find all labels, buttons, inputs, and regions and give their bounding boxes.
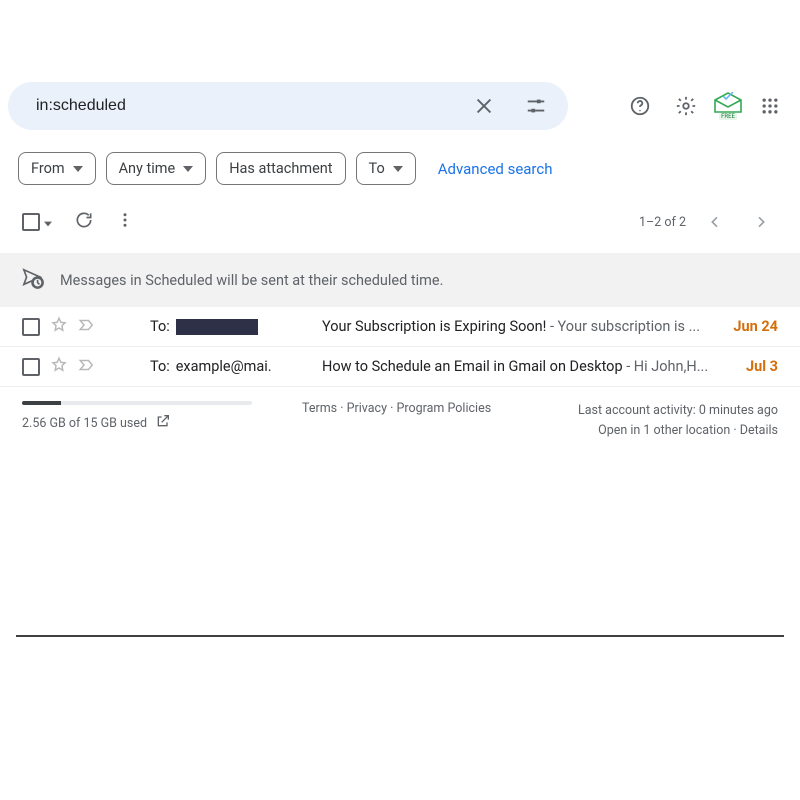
chip-label: Any time xyxy=(119,160,176,177)
chip-has-attachment[interactable]: Has attachment xyxy=(216,152,345,185)
open-other-location-link[interactable]: Open in 1 other location xyxy=(598,423,730,438)
next-page-button[interactable] xyxy=(744,205,778,239)
chip-any-time[interactable]: Any time xyxy=(106,152,207,185)
footer-links: Terms · Privacy · Program Policies xyxy=(302,401,491,441)
message-row[interactable]: To: Your Subscription is Expiring Soon! … xyxy=(0,307,800,347)
row-checkbox[interactable] xyxy=(22,358,40,376)
row-date: Jul 3 xyxy=(746,358,778,375)
more-icon[interactable] xyxy=(116,211,134,233)
search-input[interactable] xyxy=(34,96,452,116)
header: FREE xyxy=(0,82,800,138)
chip-label: Has attachment xyxy=(229,160,332,177)
clear-search-button[interactable] xyxy=(464,86,504,126)
row-snippet: - Hi John,H... xyxy=(623,358,709,375)
gear-icon[interactable] xyxy=(666,86,706,126)
label-important-icon[interactable] xyxy=(78,356,96,378)
star-icon[interactable] xyxy=(50,356,68,378)
schedule-send-icon xyxy=(22,267,44,293)
message-list: To: Your Subscription is Expiring Soon! … xyxy=(0,307,800,387)
star-icon[interactable] xyxy=(50,316,68,338)
storage-text: 2.56 GB of 15 GB used xyxy=(22,416,147,431)
label-important-icon[interactable] xyxy=(78,316,96,338)
privacy-link[interactable]: Privacy xyxy=(347,401,387,416)
select-all-checkbox[interactable] xyxy=(22,213,40,231)
divider xyxy=(16,635,784,637)
row-recipient: To: xyxy=(150,318,310,335)
row-snippet: - Your subscription is ... xyxy=(546,318,700,335)
row-recipient: To: example@mai. xyxy=(150,358,310,375)
open-external-icon[interactable] xyxy=(155,413,171,433)
apps-icon[interactable] xyxy=(750,86,790,126)
filter-chips: From Any time Has attachment To Advanced… xyxy=(0,138,800,185)
search-options-icon[interactable] xyxy=(516,86,556,126)
storage-block: 2.56 GB of 15 GB used xyxy=(22,401,262,441)
footer: 2.56 GB of 15 GB used Terms · Privacy · … xyxy=(0,387,800,455)
page-count: 1–2 of 2 xyxy=(639,215,686,230)
free-badge-icon[interactable]: FREE xyxy=(712,92,744,120)
chip-to[interactable]: To xyxy=(356,152,416,185)
message-row[interactable]: To: example@mai. How to Schedule an Emai… xyxy=(0,347,800,387)
policies-link[interactable]: Program Policies xyxy=(396,401,491,416)
scheduled-banner: Messages in Scheduled will be sent at th… xyxy=(0,253,800,307)
free-badge-label: FREE xyxy=(719,113,737,120)
chip-label: From xyxy=(31,160,65,177)
chip-from[interactable]: From xyxy=(18,152,96,185)
help-icon[interactable] xyxy=(620,86,660,126)
prev-page-button[interactable] xyxy=(698,205,732,239)
terms-link[interactable]: Terms xyxy=(302,401,337,416)
row-subject: How to Schedule an Email in Gmail on Des… xyxy=(322,358,726,375)
last-activity: Last account activity: 0 minutes ago xyxy=(578,401,778,421)
search-bar[interactable] xyxy=(8,82,568,130)
select-all[interactable] xyxy=(22,213,52,232)
chip-label: To xyxy=(369,160,385,177)
refresh-icon[interactable] xyxy=(74,210,94,234)
row-subject: Your Subscription is Expiring Soon! - Yo… xyxy=(322,318,713,335)
banner-text: Messages in Scheduled will be sent at th… xyxy=(60,272,443,289)
advanced-search-link[interactable]: Advanced search xyxy=(438,160,553,178)
details-link[interactable]: Details xyxy=(740,423,778,438)
row-checkbox[interactable] xyxy=(22,318,40,336)
storage-bar xyxy=(22,401,252,405)
select-all-caret[interactable] xyxy=(44,213,52,232)
redacted-text xyxy=(176,319,258,335)
row-date: Jun 24 xyxy=(733,318,778,335)
list-toolbar: 1–2 of 2 xyxy=(0,185,800,253)
